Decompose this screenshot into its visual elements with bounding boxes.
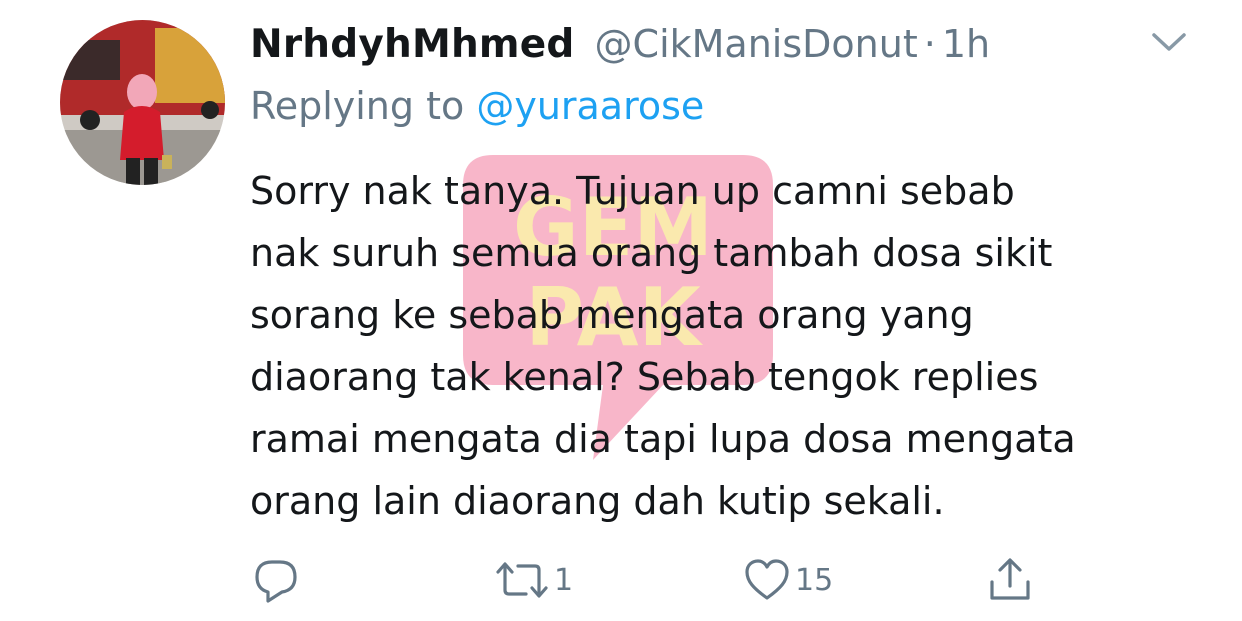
avatar[interactable]: [60, 20, 225, 185]
chevron-down-icon[interactable]: [1148, 26, 1190, 58]
replying-to-label: Replying to: [250, 84, 465, 128]
separator-dot: ·: [923, 22, 936, 66]
tweet-text-line: diaorang tak kenal? Sebab tengok replies: [250, 355, 1039, 399]
tweet-header: NrhdyhMhmed @CikManisDonut · 1h: [250, 14, 990, 74]
share-icon: [986, 556, 1034, 604]
reply-icon: [252, 556, 300, 604]
tweet-text-line: orang lain diaorang dah kutip sekali.: [250, 479, 945, 523]
tweet-text: Sorry nak tanya. Tujuan up camni sebab n…: [250, 160, 1210, 532]
reply-button[interactable]: [252, 548, 300, 612]
timestamp[interactable]: 1h: [942, 22, 990, 66]
tweet-text-line: nak suruh semua orang tambah dosa sikit: [250, 231, 1053, 275]
tweet-text-line: Sorry nak tanya. Tujuan up camni sebab: [250, 169, 1015, 213]
replying-to: Replying to @yuraarose: [250, 84, 704, 140]
retweet-count: 1: [554, 562, 574, 598]
tweet-text-line: sorang ke sebab mengata orang yang: [250, 293, 974, 337]
retweet-button[interactable]: 1: [494, 548, 573, 612]
heart-icon: [743, 556, 791, 604]
user-handle[interactable]: @CikManisDonut: [595, 22, 918, 66]
action-bar: 1 15: [0, 548, 1242, 612]
avatar-photo: [60, 20, 225, 185]
tweet: NrhdyhMhmed @CikManisDonut · 1h Replying…: [0, 0, 1242, 621]
retweet-icon: [494, 556, 550, 604]
like-button[interactable]: 15: [743, 548, 833, 612]
display-name[interactable]: NrhdyhMhmed: [250, 22, 575, 67]
share-button[interactable]: [986, 548, 1034, 612]
replying-to-mention[interactable]: @yuraarose: [476, 84, 704, 128]
tweet-text-line: ramai mengata dia tapi lupa dosa mengata: [250, 417, 1076, 461]
like-count: 15: [795, 562, 834, 598]
